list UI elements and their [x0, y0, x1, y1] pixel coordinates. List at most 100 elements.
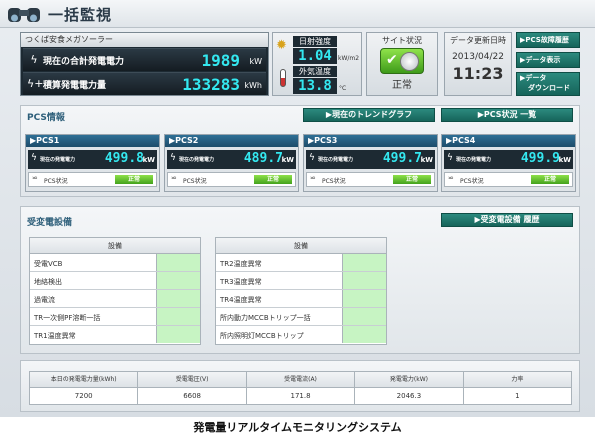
site-status-value: 正常: [392, 80, 412, 91]
current-power-row: ϟ 現在の合計発電電力 1989 kW: [23, 48, 266, 71]
table-row: 所内照明灯MCCBトリップ: [216, 326, 386, 344]
pcs-power-value: 499.7: [382, 151, 422, 166]
data-download-label-2: ダウンロード: [528, 84, 570, 92]
pcs-card-3[interactable]: ▶PCS3 ϟ 現在の発電電力 499.7 kW ⋍ PCS状況 正常: [303, 134, 438, 192]
binoculars-icon: [8, 8, 40, 22]
pcs-power-row: ϟ 現在の発電電力 489.7 kW: [167, 150, 296, 169]
update-date: 2013/04/22: [452, 52, 504, 62]
pcs-status-row: ⋍ PCS状況 正常: [28, 172, 157, 187]
pcs-status-icon: ⋍: [171, 174, 177, 182]
pcs-card-4[interactable]: ▶PCS4 ϟ 現在の発電電力 499.9 kW ⋍ PCS状況 正常: [441, 134, 576, 192]
lightning-icon: ϟ: [309, 153, 315, 163]
table-row: 過電流: [30, 290, 200, 308]
table-row: 所内動力MCCBトリップ一括: [216, 308, 386, 326]
pcs-card-2[interactable]: ▶PCS2 ϟ 現在の発電電力 489.7 kW ⋍ PCS状況 正常: [164, 134, 299, 192]
pcs-name: ▶PCS1: [26, 135, 159, 147]
pcs-name: ▶PCS3: [304, 135, 437, 147]
equipment-status-cell: [342, 326, 386, 343]
substation-section: 受変電設備 ▶受変電設備 履歴 設備 受電VCB 地絡検出 過電流 TR一次側P…: [20, 206, 580, 354]
irradiance-value: 1.04: [293, 48, 337, 64]
equipment-status-cell: [342, 290, 386, 307]
summary-value: 2046.3: [396, 392, 422, 400]
image-caption: 発電量リアルタイムモニタリングシステム: [193, 421, 402, 434]
summary-header: 力率: [463, 372, 572, 388]
table-row: TR一次側PF溶断一括: [30, 308, 200, 326]
pcs-status-row: ⋍ PCS状況 正常: [306, 172, 435, 187]
equipment-name: 所内動力MCCBトリップ一括: [220, 314, 311, 322]
table-row: TR2温度異常: [216, 254, 386, 272]
pcs-status-row: ⋍ PCS状況 正常: [167, 172, 296, 187]
lightning-plus-icon: ϟ+: [27, 77, 44, 90]
pcs-power-label: 現在の発電電力: [40, 157, 76, 163]
pcs-name: ▶PCS2: [165, 135, 298, 147]
update-time-panel: データ更新日時 2013/04/22 11:23: [444, 32, 512, 96]
temperature-label: 外気温度: [293, 66, 337, 77]
plant-power-panel: つくば安食メガソーラー ϟ 現在の合計発電電力 1989 kW ϟ+ 積算発電電…: [20, 32, 269, 96]
pcs-status-list-button[interactable]: ▶PCS状況 一覧: [441, 108, 573, 122]
summary-column: 受電電流(A) 171.8: [246, 372, 356, 404]
equipment-status-cell: [156, 290, 200, 307]
summary-column: 発電電力(kW) 2046.3: [355, 372, 464, 404]
equipment-name: 過電流: [34, 296, 55, 304]
table-row: 地絡検出: [30, 272, 200, 290]
table-row: TR3温度異常: [216, 272, 386, 290]
site-status-label: サイト状況: [382, 36, 422, 45]
summary-column: 受電電圧(V) 6608: [138, 372, 247, 404]
weather-panel: ✹ 日射強度 1.04 kW/m2 外気温度 13.8 °C: [272, 32, 362, 96]
table-row: TR1温度異常: [30, 326, 200, 344]
site-status-indicator: ✔: [380, 48, 424, 74]
pcs-power-unit: kW: [142, 156, 155, 164]
pcs-power-label: 現在の発電電力: [179, 157, 215, 163]
pcs-status-icon: ⋍: [448, 174, 454, 182]
substation-history-button[interactable]: ▶受変電設備 履歴: [441, 213, 573, 227]
equipment-status-cell: [156, 326, 200, 343]
pcs-section-title: PCS情報: [27, 113, 65, 123]
data-download-label-1: ▶データ: [520, 74, 547, 82]
pcs-power-value: 489.7: [243, 151, 283, 166]
table-row: 受電VCB: [30, 254, 200, 272]
equipment-name: 受電VCB: [34, 260, 63, 268]
pcs-status-badge: 正常: [254, 175, 292, 184]
pcs-fault-history-button[interactable]: ▶PCS故障履歴: [516, 32, 580, 48]
pcs-power-row: ϟ 現在の発電電力 499.8 kW: [28, 150, 157, 169]
plant-name: つくば安食メガソーラー: [21, 33, 268, 47]
equipment-status-cell: [156, 254, 200, 271]
equipment-table-header: 設備: [30, 238, 200, 254]
equipment-status-cell: [156, 272, 200, 289]
temperature-value: 13.8: [293, 78, 337, 94]
pcs-power-label: 現在の発電電力: [456, 157, 492, 163]
pcs-status-badge: 正常: [531, 175, 569, 184]
equipment-name: TR4温度異常: [220, 296, 262, 304]
lightning-icon: ϟ: [31, 153, 37, 163]
pcs-status-label: PCS状況: [183, 178, 207, 185]
current-power-unit: kW: [249, 57, 262, 66]
pcs-name: ▶PCS4: [442, 135, 575, 147]
equipment-name: 地絡検出: [34, 278, 62, 286]
lightning-icon: ϟ: [30, 53, 38, 66]
trend-graph-button[interactable]: ▶現在のトレンドグラフ: [303, 108, 435, 122]
equipment-name: TR一次側PF溶断一括: [34, 314, 101, 322]
summary-header: 受電電圧(V): [138, 372, 246, 388]
equipment-status-cell: [342, 254, 386, 271]
pcs-status-badge: 正常: [393, 175, 431, 184]
pcs-power-unit: kW: [281, 156, 294, 164]
substation-section-title: 受変電設備: [27, 218, 73, 228]
current-power-label: 現在の合計発電電力: [43, 57, 125, 67]
total-energy-label: 積算発電電力量: [43, 81, 107, 91]
pcs-power-row: ϟ 現在の発電電力 499.7 kW: [306, 150, 435, 169]
update-time: 11:23: [452, 64, 504, 83]
total-energy-unit: kWh: [244, 81, 262, 90]
pcs-power-row: ϟ 現在の発電電力 499.9 kW: [444, 150, 573, 169]
data-display-button[interactable]: ▶データ表示: [516, 52, 580, 68]
pcs-card-1[interactable]: ▶PCS1 ϟ 現在の発電電力 499.8 kW ⋍ PCS状況 正常: [25, 134, 160, 192]
summary-header: 本日の発電電力量(kWh): [30, 372, 138, 388]
table-row: TR4温度異常: [216, 290, 386, 308]
update-label: データ更新日時: [450, 36, 506, 45]
pcs-power-unit: kW: [420, 156, 433, 164]
data-download-button[interactable]: ▶データ ダウンロード: [516, 72, 580, 96]
pcs-status-label: PCS状況: [460, 178, 484, 185]
equipment-name: TR2温度異常: [220, 260, 262, 268]
pcs-status-icon: ⋍: [32, 174, 38, 182]
sun-icon: ✹: [276, 38, 287, 53]
pcs-power-value: 499.9: [520, 151, 560, 166]
